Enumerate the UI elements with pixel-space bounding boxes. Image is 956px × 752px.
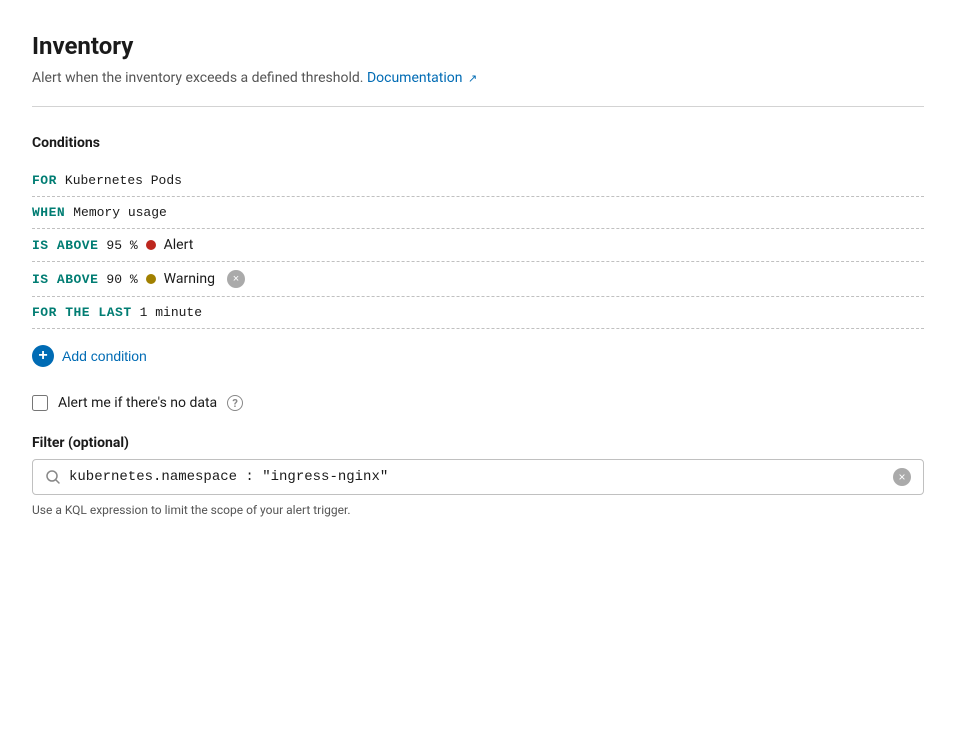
severity-warning-label: Warning <box>164 271 215 287</box>
value-95: 95 % <box>106 238 137 253</box>
docs-link-text: Documentation <box>367 70 463 86</box>
keyword-for: FOR <box>32 173 57 188</box>
filter-section: Filter (optional) × Use a KQL expression… <box>32 435 924 517</box>
condition-row-warning: IS ABOVE 90 % Warning × <box>32 262 924 297</box>
conditions-label: Conditions <box>32 135 924 151</box>
condition-row-when: WHEN Memory usage <box>32 197 924 229</box>
warning-dot <box>146 274 156 284</box>
value-1-minute: 1 minute <box>140 305 202 320</box>
add-condition-icon: + <box>32 345 54 367</box>
add-condition-label: Add condition <box>62 348 147 364</box>
documentation-link[interactable]: Documentation ↗ <box>367 70 477 86</box>
condition-row-alert: IS ABOVE 95 % Alert <box>32 229 924 262</box>
no-data-help-icon[interactable]: ? <box>227 395 243 411</box>
subtitle: Alert when the inventory exceeds a defin… <box>32 70 924 86</box>
filter-label: Filter (optional) <box>32 435 924 451</box>
search-icon <box>45 469 61 485</box>
alert-dot <box>146 240 156 250</box>
keyword-is-above-alert: IS ABOVE <box>32 238 98 253</box>
no-data-section: Alert me if there's no data ? <box>32 395 924 411</box>
condition-row-for-the-last: FOR THE LAST 1 minute <box>32 297 924 329</box>
value-kubernetes-pods: Kubernetes Pods <box>65 173 182 188</box>
condition-row-for: FOR Kubernetes Pods <box>32 165 924 197</box>
keyword-when: WHEN <box>32 205 65 220</box>
conditions-section: Conditions FOR Kubernetes Pods WHEN Memo… <box>32 135 924 367</box>
severity-alert-label: Alert <box>164 237 194 253</box>
value-memory-usage: Memory usage <box>73 205 167 220</box>
keyword-is-above-warning: IS ABOVE <box>32 272 98 287</box>
external-link-icon: ↗ <box>468 72 477 85</box>
no-data-checkbox[interactable] <box>32 395 48 411</box>
subtitle-text: Alert when the inventory exceeds a defin… <box>32 70 363 86</box>
clear-filter-button[interactable]: × <box>893 468 911 486</box>
page-title: Inventory <box>32 32 924 60</box>
no-data-label: Alert me if there's no data <box>58 395 217 411</box>
remove-warning-button[interactable]: × <box>227 270 245 288</box>
add-condition-button[interactable]: + Add condition <box>32 345 147 367</box>
filter-hint: Use a KQL expression to limit the scope … <box>32 503 924 517</box>
value-90: 90 % <box>106 272 137 287</box>
section-divider <box>32 106 924 107</box>
filter-input[interactable] <box>69 469 885 485</box>
filter-input-wrapper: × <box>32 459 924 495</box>
keyword-for-the-last: FOR THE LAST <box>32 305 132 320</box>
